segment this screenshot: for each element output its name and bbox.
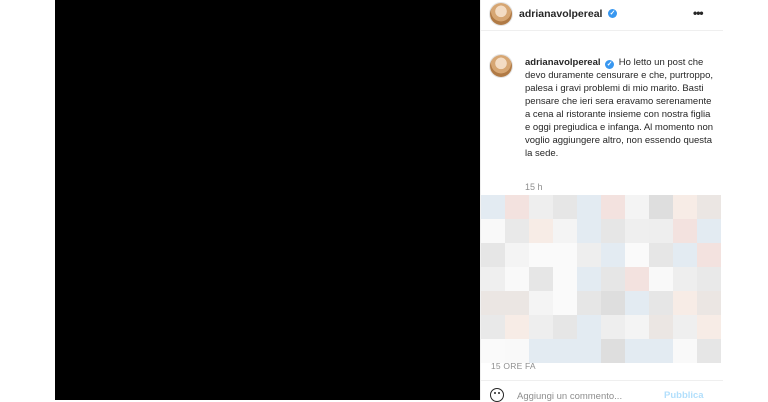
- blur-pixel: [649, 219, 673, 243]
- blur-pixel: [697, 243, 721, 267]
- blur-pixel: [577, 315, 601, 339]
- blur-pixel: [625, 291, 649, 315]
- blur-pixel: [505, 291, 529, 315]
- blur-pixel: [649, 315, 673, 339]
- blur-pixel: [625, 267, 649, 291]
- post-image[interactable]: [55, 0, 480, 400]
- blur-pixel: [649, 291, 673, 315]
- caption-time[interactable]: 15 h: [525, 182, 543, 192]
- blur-pixel: [529, 243, 553, 267]
- blur-pixel: [697, 195, 721, 219]
- blur-pixel: [505, 195, 529, 219]
- blur-pixel: [481, 267, 505, 291]
- blur-pixel: [481, 291, 505, 315]
- blur-pixel: [673, 339, 697, 363]
- caption-verified-badge-icon: ✓: [605, 60, 615, 69]
- blur-pixel: [529, 195, 553, 219]
- blur-pixel: [649, 339, 673, 363]
- more-options-icon[interactable]: •••: [693, 6, 704, 20]
- blur-pixel: [601, 339, 625, 363]
- blur-pixel: [505, 219, 529, 243]
- blur-pixel: [505, 339, 529, 363]
- blur-pixel: [601, 243, 625, 267]
- blur-pixel: [505, 315, 529, 339]
- blur-pixel: [673, 195, 697, 219]
- caption-text: Ho letto un post che devo duramente cens…: [525, 57, 714, 159]
- blur-pixel: [697, 291, 721, 315]
- blur-pixel: [505, 243, 529, 267]
- blur-pixel: [505, 267, 529, 291]
- blur-pixel: [697, 315, 721, 339]
- blur-pixel: [553, 291, 577, 315]
- blur-pixel: [673, 219, 697, 243]
- blur-pixel: [553, 243, 577, 267]
- post-time-ago[interactable]: 15 ORE FA: [491, 361, 536, 371]
- blur-pixel: [673, 291, 697, 315]
- blur-pixel: [577, 291, 601, 315]
- blur-pixel: [577, 243, 601, 267]
- blur-pixel: [601, 291, 625, 315]
- blur-pixel: [649, 267, 673, 291]
- blur-pixel: [481, 219, 505, 243]
- verified-badge-icon: ✓: [608, 9, 617, 18]
- blur-pixel: [529, 291, 553, 315]
- post-caption: adrianavolpereal ✓ Ho letto un post che …: [525, 56, 715, 160]
- blur-pixel: [697, 219, 721, 243]
- blur-pixel: [481, 339, 505, 363]
- avatar[interactable]: [490, 3, 512, 25]
- blur-pixel: [529, 315, 553, 339]
- blur-pixel: [481, 243, 505, 267]
- blur-pixel: [601, 267, 625, 291]
- blurred-comments: [481, 195, 723, 365]
- blur-pixel: [601, 219, 625, 243]
- blur-pixel: [673, 243, 697, 267]
- post-side-panel: adrianavolpereal ✓ ••• adrianavolpereal …: [480, 0, 723, 402]
- blur-pixel: [481, 315, 505, 339]
- blur-pixel: [553, 339, 577, 363]
- blur-pixel: [649, 243, 673, 267]
- blur-pixel: [625, 339, 649, 363]
- blur-pixel: [577, 195, 601, 219]
- header-username[interactable]: adrianavolpereal: [519, 8, 602, 20]
- comment-bar: Pubblica: [481, 380, 723, 402]
- blur-pixel: [553, 219, 577, 243]
- blur-pixel: [577, 339, 601, 363]
- post-header: adrianavolpereal ✓ •••: [481, 0, 723, 31]
- blur-pixel: [529, 219, 553, 243]
- comment-input[interactable]: [517, 391, 657, 402]
- blur-pixel: [601, 315, 625, 339]
- blur-pixel: [625, 195, 649, 219]
- blur-pixel: [553, 315, 577, 339]
- blur-pixel: [577, 267, 601, 291]
- blur-pixel: [481, 195, 505, 219]
- blur-pixel: [601, 195, 625, 219]
- caption-username[interactable]: adrianavolpereal: [525, 57, 601, 68]
- blur-pixel: [553, 195, 577, 219]
- blur-pixel: [649, 195, 673, 219]
- blur-pixel: [673, 267, 697, 291]
- blur-pixel: [697, 267, 721, 291]
- blur-pixel: [529, 267, 553, 291]
- blur-pixel: [577, 219, 601, 243]
- publish-button[interactable]: Pubblica: [664, 390, 704, 401]
- blur-pixel: [697, 339, 721, 363]
- blur-pixel: [625, 243, 649, 267]
- caption-avatar[interactable]: [490, 55, 512, 77]
- blur-pixel: [673, 315, 697, 339]
- blur-pixel: [625, 315, 649, 339]
- blur-pixel: [625, 219, 649, 243]
- blur-pixel: [553, 267, 577, 291]
- blur-pixel: [529, 339, 553, 363]
